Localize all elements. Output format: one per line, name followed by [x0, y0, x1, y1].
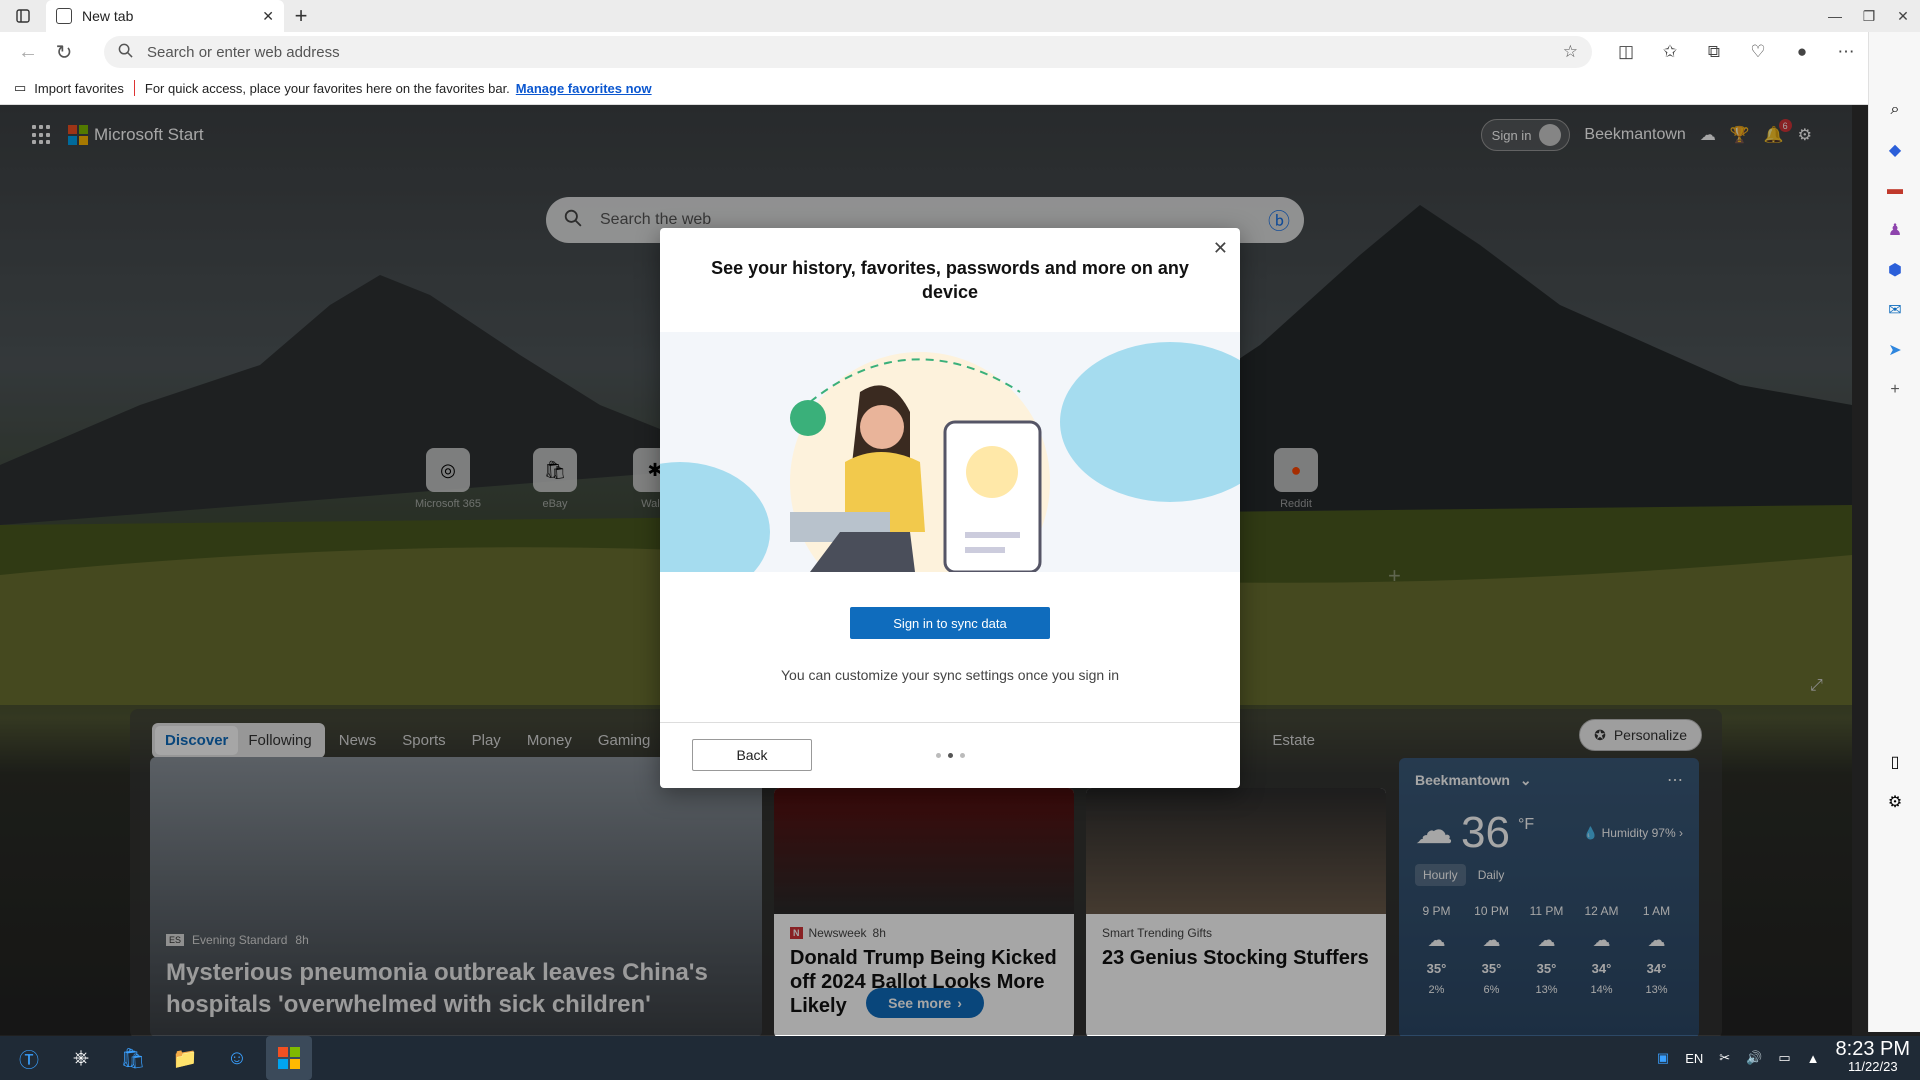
profile-icon[interactable]: ● [1780, 32, 1824, 72]
tools-briefcase-icon[interactable]: ▬ [1869, 170, 1920, 210]
close-window-icon[interactable]: ✕ [1886, 0, 1920, 32]
sync-note: You can customize your sync settings onc… [780, 667, 1119, 683]
start-menu-icon[interactable]: Ⓣ [6, 1036, 52, 1080]
back-arrow-icon[interactable]: ← [10, 34, 46, 70]
close-tab-icon[interactable]: ✕ [262, 8, 274, 25]
sync-illustration [660, 332, 1240, 572]
sidebar-layout-icon[interactable]: ▯ [1869, 742, 1920, 782]
settings-wheel-icon[interactable]: ⎈ [58, 1036, 104, 1080]
address-placeholder: Search or enter web address [147, 43, 340, 61]
games-icon[interactable]: ♟ [1869, 210, 1920, 250]
sign-in-sync-button[interactable]: Sign in to sync data [850, 607, 1050, 639]
window-controls: — ❐ ✕ [1818, 0, 1920, 32]
manage-favorites-link[interactable]: Manage favorites now [516, 81, 652, 96]
sync-dialog: ✕ See your history, favorites, passwords… [660, 228, 1240, 788]
maximize-icon[interactable]: ❐ [1852, 0, 1886, 32]
chat-app-icon[interactable]: ☺ [214, 1036, 260, 1080]
favorites-icon[interactable]: ✩ [1648, 32, 1692, 72]
search-icon [118, 43, 133, 62]
edge-sidebar: ⌕ ◆ ▬ ♟ ⬢ ✉ ➤ + ▯ ⚙ [1868, 32, 1920, 1032]
step-dot [960, 753, 965, 758]
favorites-hint: For quick access, place your favorites h… [144, 80, 510, 96]
favorite-star-icon[interactable]: ☆ [1563, 42, 1578, 62]
tab-title: New tab [82, 8, 134, 24]
system-tray: ▣ EN ✂ 🔊 ▭ ▲ 8:23 PM 11/22/23 [1657, 1036, 1920, 1080]
tray-expand-icon[interactable]: ▲ [1807, 1051, 1820, 1066]
volume-icon[interactable]: 🔊 [1746, 1050, 1762, 1066]
shopping-tag-icon[interactable]: ◆ [1869, 130, 1920, 170]
taskbar: Ⓣ ⎈ 🛍 📁 ☺ ▣ EN ✂ 🔊 ▭ ▲ 8:23 PM 11/22/23 [0, 1036, 1920, 1080]
clock[interactable]: 8:23 PM 11/22/23 [1835, 1038, 1910, 1076]
display-icon[interactable]: ▭ [1778, 1050, 1790, 1066]
refresh-icon[interactable]: ↻ [46, 34, 82, 70]
edge-taskbar-icon[interactable] [266, 1036, 312, 1080]
sidebar-settings-icon[interactable]: ⚙ [1869, 782, 1920, 822]
collections-icon[interactable]: ⧉ [1692, 32, 1736, 72]
dialog-footer: Back [660, 722, 1240, 788]
network-icon[interactable]: ▣ [1657, 1050, 1669, 1066]
add-icon[interactable]: + [1869, 370, 1920, 410]
import-favorites-button[interactable]: Import favorites [34, 81, 124, 96]
tools-icon[interactable]: ✂ [1719, 1050, 1730, 1066]
toolbar: ← ↻ Search or enter web address ☆ ◫ ✩ ⧉ … [0, 32, 1920, 72]
browser-essentials-icon[interactable]: ♡ [1736, 32, 1780, 72]
more-options-icon[interactable]: ⋯ [1824, 32, 1868, 72]
dialog-title: See your history, favorites, passwords a… [711, 258, 1189, 302]
microsoft365-icon[interactable]: ⬢ [1869, 250, 1920, 290]
new-tab-icon [56, 8, 72, 24]
step-indicator [936, 753, 965, 758]
illustration-art [660, 342, 1240, 572]
close-icon[interactable]: ✕ [1213, 238, 1228, 259]
search-icon[interactable]: ⌕ [1869, 90, 1920, 130]
address-bar[interactable]: Search or enter web address ☆ [104, 36, 1592, 68]
minimize-icon[interactable]: — [1818, 0, 1852, 32]
store-bag-icon[interactable]: 🛍 [110, 1036, 156, 1080]
language-indicator[interactable]: EN [1685, 1051, 1703, 1066]
outlook-icon[interactable]: ✉ [1869, 290, 1920, 330]
divider [133, 80, 135, 96]
step-dot-active [948, 753, 953, 758]
tab-new-tab[interactable]: New tab ✕ [46, 0, 284, 32]
new-tab-button[interactable]: + [284, 0, 318, 32]
import-favorites-icon[interactable]: ▭ [14, 80, 26, 96]
file-manager-icon[interactable]: 📁 [162, 1036, 208, 1080]
tab-bar: New tab ✕ + — ❐ ✕ [0, 0, 1920, 32]
drop-icon[interactable]: ➤ [1869, 330, 1920, 370]
favorites-bar: ▭ Import favorites For quick access, pla… [0, 72, 1920, 105]
split-screen-icon[interactable]: ◫ [1604, 32, 1648, 72]
back-button[interactable]: Back [692, 739, 812, 771]
step-dot [936, 753, 941, 758]
clock-date: 11/22/23 [1847, 1059, 1898, 1074]
clock-time: 8:23 PM [1835, 1038, 1910, 1060]
tab-actions-icon[interactable] [0, 0, 46, 32]
